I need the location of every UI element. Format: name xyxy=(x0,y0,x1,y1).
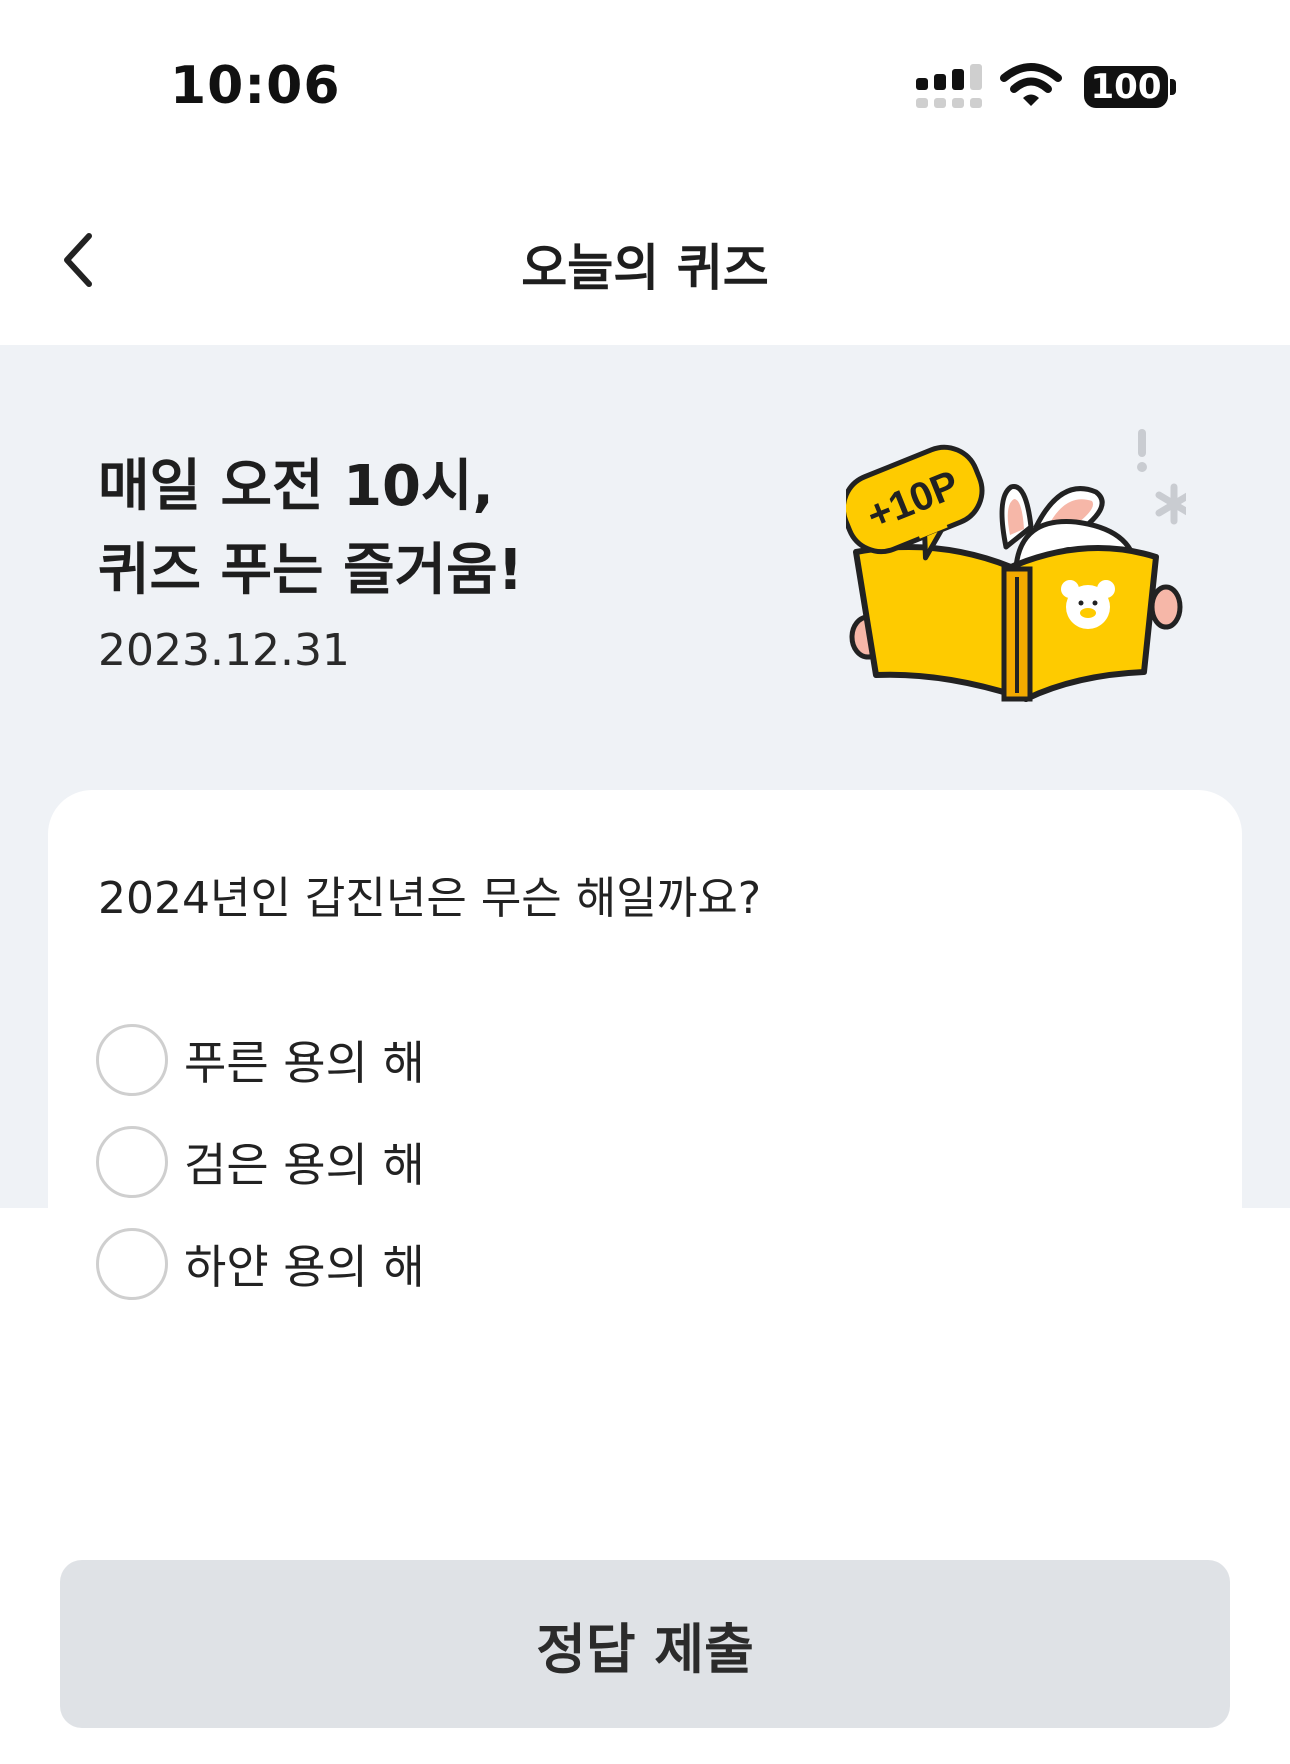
asterisk-icon xyxy=(1155,483,1186,525)
hero-title-line-2: 퀴즈 푸는 즐거움! xyxy=(98,538,524,603)
cellular-signal-icon xyxy=(916,64,982,108)
answer-option-label: 검은 용의 해 xyxy=(184,1138,425,1192)
answer-option-label: 하얀 용의 해 xyxy=(184,1240,425,1294)
rabbit-reading-book-illustration: +10P xyxy=(846,429,1186,702)
nav-bar: 오늘의 퀴즈 xyxy=(0,180,1290,345)
submit-answer-button[interactable]: 정답 제출 xyxy=(60,1560,1230,1728)
battery-tip xyxy=(1170,79,1176,95)
battery-icon: 100 xyxy=(1084,66,1176,108)
radio-button[interactable] xyxy=(96,1126,168,1198)
radio-button[interactable] xyxy=(96,1228,168,1300)
quiz-card: 2024년인 갑진년은 무슨 해일까요? 푸른 용의 해 검은 용의 해 하얀 … xyxy=(48,790,1242,1510)
answer-option-3[interactable]: 하얀 용의 해 xyxy=(96,1226,896,1302)
quiz-question: 2024년인 갑진년은 무슨 해일까요? xyxy=(98,873,762,924)
exclamation-mark-icon xyxy=(1137,429,1147,472)
hero-title: 매일 오전 10시, 퀴즈 푸는 즐거움! xyxy=(98,445,523,613)
hero-title-line-1: 매일 오전 10시, xyxy=(98,454,494,519)
radio-button[interactable] xyxy=(96,1024,168,1096)
answer-option-2[interactable]: 검은 용의 해 xyxy=(96,1124,896,1200)
page-title: 오늘의 퀴즈 xyxy=(521,239,769,297)
status-bar: 10:06 100 xyxy=(0,0,1290,180)
battery-level: 100 xyxy=(1084,66,1168,108)
answer-option-label: 푸른 용의 해 xyxy=(184,1036,425,1090)
wifi-icon xyxy=(1000,63,1062,106)
status-time: 10:06 xyxy=(170,56,341,116)
quiz-date: 2023.12.31 xyxy=(98,625,350,676)
answer-option-1[interactable]: 푸른 용의 해 xyxy=(96,1022,896,1098)
